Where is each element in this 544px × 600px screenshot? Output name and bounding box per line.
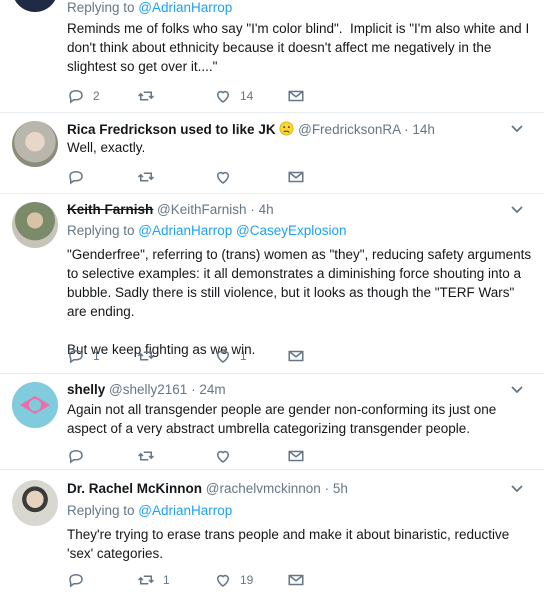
like-count: 1 [240, 349, 247, 363]
reply-button[interactable] [67, 167, 93, 187]
retweet-icon [137, 575, 155, 585]
heart-icon [216, 450, 230, 463]
message-button[interactable] [287, 86, 305, 106]
user-handle[interactable]: @rachelvmckinnon [206, 481, 321, 496]
tweet-actions: 2 14 [67, 86, 367, 106]
heart-icon [216, 350, 230, 363]
retweet-button[interactable] [137, 446, 163, 466]
chevron-down-icon[interactable] [510, 122, 524, 136]
tweet[interactable]: Rica Fredrickson used to like JK @Fredri… [0, 113, 544, 194]
avatar[interactable] [12, 382, 58, 428]
tweet-time[interactable]: 4h [259, 202, 274, 217]
reply-icon [69, 573, 83, 588]
retweet-count: 1 [163, 573, 170, 587]
like-button[interactable] [214, 167, 240, 187]
replying-to: Replying to @AdrianHarrop [67, 0, 233, 15]
tweet-header: Dr. Rachel McKinnon @rachelvmckinnon · 5… [67, 481, 348, 496]
confused-face-emoji-icon [279, 121, 294, 136]
display-name[interactable]: Rica Fredrickson used to like JK [67, 122, 276, 137]
replying-to: Replying to @AdrianHarrop [67, 503, 233, 518]
reply-button[interactable] [67, 570, 93, 590]
envelope-icon [288, 450, 304, 462]
envelope-icon [288, 350, 304, 362]
reply-count: 2 [93, 89, 100, 103]
user-handle[interactable]: @KeithFarnish [157, 202, 247, 217]
avatar[interactable] [12, 202, 58, 248]
display-name[interactable]: Dr. Rachel McKinnon [67, 481, 202, 496]
tweet[interactable]: Dr. Rachel McKinnon @rachelvmckinnon · 5… [0, 470, 544, 600]
tweet-text: Reminds me of folks who say "I'm color b… [67, 21, 533, 74]
tweet-time[interactable]: 14h [412, 122, 435, 137]
like-count: 14 [240, 89, 254, 103]
chevron-down-icon[interactable] [510, 383, 524, 397]
mention-link[interactable]: @AdrianHarrop [138, 0, 232, 15]
retweet-icon [137, 91, 155, 101]
retweet-icon [137, 351, 155, 361]
retweet-button[interactable] [137, 86, 163, 106]
tweet-actions: 1 1 [67, 346, 367, 366]
user-handle[interactable]: @FredricksonRA [298, 122, 400, 137]
message-button[interactable] [287, 167, 305, 187]
heart-icon [216, 90, 230, 103]
avatar-pattern-icon [12, 382, 58, 428]
tweet-header: shelly @shelly2161 · 24m [67, 382, 226, 397]
like-button[interactable]: 1 [214, 346, 247, 366]
reply-icon [69, 449, 83, 464]
tweet-header: Keith Farnish @KeithFarnish · 4h [67, 202, 274, 217]
envelope-icon [288, 171, 304, 183]
tweet-text: Again not all transgender people are gen… [67, 402, 501, 436]
display-name[interactable]: shelly [67, 382, 105, 397]
tweet-text: Well, exactly. [67, 140, 146, 155]
like-button[interactable]: 14 [214, 86, 253, 106]
mention-link[interactable]: @AdrianHarrop [138, 503, 232, 518]
tweet-time[interactable]: 24m [199, 382, 225, 397]
avatar[interactable] [12, 0, 58, 12]
reply-button[interactable] [67, 446, 93, 466]
like-button[interactable] [214, 446, 240, 466]
reply-count: 1 [93, 349, 100, 363]
like-button[interactable]: 19 [214, 570, 253, 590]
retweet-icon [137, 172, 155, 182]
avatar[interactable] [12, 480, 58, 526]
tweet-actions: 1 19 [67, 570, 367, 590]
tweet-text: "Genderfree", referring to (trans) women… [67, 247, 532, 357]
user-handle[interactable]: @shelly2161 [109, 382, 187, 397]
tweet-text: They're trying to erase trans people and… [67, 527, 514, 561]
reply-icon [69, 170, 83, 185]
retweet-button[interactable]: 1 [137, 570, 170, 590]
tweet[interactable]: Replying to @AdrianHarrop Reminds me of … [0, 0, 544, 113]
chevron-down-icon[interactable] [510, 482, 524, 496]
message-button[interactable] [287, 346, 305, 366]
reply-icon [69, 89, 83, 104]
like-count: 19 [240, 573, 254, 587]
tweet-time[interactable]: 5h [333, 481, 348, 496]
tweet-header: Rica Fredrickson used to like JK @Fredri… [67, 121, 435, 137]
tweet-actions [67, 446, 367, 466]
replying-to: Replying to @AdrianHarrop @CaseyExplosio… [67, 223, 347, 238]
reply-button[interactable]: 1 [67, 346, 100, 366]
envelope-icon [288, 574, 304, 586]
chevron-down-icon[interactable] [510, 203, 524, 217]
tweet[interactable]: shelly @shelly2161 · 24m Again not all t… [0, 374, 544, 470]
message-button[interactable] [287, 446, 305, 466]
reply-button[interactable]: 2 [67, 86, 100, 106]
retweet-button[interactable] [137, 346, 163, 366]
heart-icon [216, 574, 230, 587]
envelope-icon [288, 90, 304, 102]
retweet-button[interactable] [137, 167, 163, 187]
heart-icon [216, 171, 230, 184]
tweet-actions [67, 167, 367, 187]
mention-link[interactable]: @AdrianHarrop @CaseyExplosion [138, 223, 346, 238]
avatar[interactable] [12, 121, 58, 167]
reply-icon [69, 349, 83, 364]
retweet-icon [137, 451, 155, 461]
tweet[interactable]: Keith Farnish @KeithFarnish · 4h Replyin… [0, 194, 544, 374]
display-name[interactable]: Keith Farnish [67, 202, 153, 217]
message-button[interactable] [287, 570, 305, 590]
